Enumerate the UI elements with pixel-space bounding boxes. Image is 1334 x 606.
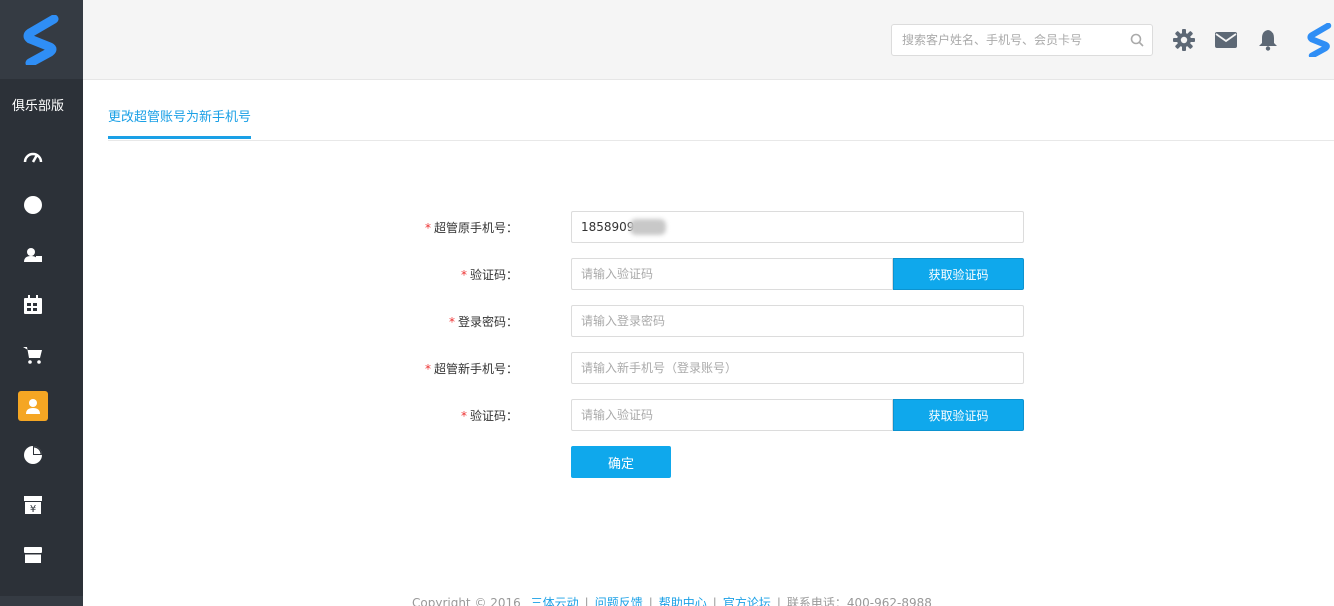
notifications-button[interactable] xyxy=(1255,27,1281,53)
search-box[interactable] xyxy=(891,24,1153,56)
password-input[interactable] xyxy=(572,306,1023,336)
messages-button[interactable] xyxy=(1213,27,1239,53)
pie-chart-icon xyxy=(24,446,42,464)
footer-separator: | xyxy=(584,596,589,606)
brand-logo-icon xyxy=(1307,23,1332,57)
code-2-field[interactable] xyxy=(571,399,893,431)
code-1-field[interactable] xyxy=(571,258,893,290)
topbar xyxy=(83,0,1334,80)
search-icon[interactable] xyxy=(1130,33,1144,47)
tab-bar: 更改超管账号为新手机号 xyxy=(108,80,1334,141)
sidebar-item-dashboard[interactable] xyxy=(0,139,66,173)
gear-icon xyxy=(1173,29,1195,51)
new-phone-label: * 超管新手机号： xyxy=(424,362,518,376)
footer-link-company[interactable]: 三体云动 xyxy=(531,596,579,606)
code-1-input[interactable] xyxy=(572,259,892,289)
get-code-2-button[interactable]: 获取验证码 xyxy=(893,399,1024,431)
footer-link-forum[interactable]: 官方论坛 xyxy=(723,596,771,606)
new-phone-input[interactable] xyxy=(572,353,1023,383)
brand-avatar[interactable] xyxy=(1303,23,1334,57)
sidebar-item-reports[interactable] xyxy=(0,438,66,472)
code-2-input[interactable] xyxy=(572,400,892,430)
sidebar: 俱乐部版 ¥ xyxy=(0,0,83,606)
footer-link-feedback[interactable]: 问题反馈 xyxy=(595,596,643,606)
form-row-code-2: *验证码： 获取验证码 xyxy=(0,399,1334,431)
sidebar-title: 俱乐部版 xyxy=(11,99,64,114)
bell-icon xyxy=(1259,30,1277,51)
footer-separator: | xyxy=(712,596,717,606)
sidebar-footer xyxy=(0,596,83,606)
copyright-text: Copyright © 2016 xyxy=(412,596,521,606)
svg-text:¥: ¥ xyxy=(30,504,36,515)
get-code-1-button[interactable]: 获取验证码 xyxy=(893,258,1024,290)
footer-separator: | xyxy=(648,596,653,606)
new-phone-field[interactable] xyxy=(571,352,1024,384)
footer-link-help[interactable]: 帮助中心 xyxy=(659,596,707,606)
form-row-password: * 登录密码： xyxy=(0,305,1334,337)
code-1-label: * 验证码： xyxy=(460,268,518,282)
active-tab-indicator xyxy=(108,136,251,139)
store-icon xyxy=(24,547,42,563)
finance-icon: ¥ xyxy=(24,496,42,515)
sidebar-item-store[interactable] xyxy=(0,538,66,572)
old-phone-label: * 超管原手机号： xyxy=(424,221,518,235)
dashboard-icon xyxy=(23,152,43,163)
password-field[interactable] xyxy=(571,305,1024,337)
mail-icon xyxy=(1215,32,1237,48)
footer: Copyright © 2016 三体云动 | 问题反馈 | 帮助中心 | 官方论坛 | 联系电… xyxy=(412,594,932,606)
form-row-old-phone: * 超管原手机号： xyxy=(0,211,1334,243)
footer-phone: 联系电话：400-962-8988 xyxy=(786,596,932,606)
brand-logo-icon xyxy=(23,14,58,65)
tab-change-admin-phone[interactable]: 更改超管账号为新手机号 xyxy=(108,106,251,140)
footer-separator: | xyxy=(776,596,781,606)
code-2-label: * 验证码： xyxy=(460,409,518,423)
logo[interactable] xyxy=(0,0,83,79)
settings-button[interactable] xyxy=(1171,27,1197,53)
redacted-digits xyxy=(630,219,666,235)
form-row-code-1: *验证码： 获取验证码 xyxy=(0,258,1334,290)
form-row-new-phone: * 超管新手机号： xyxy=(0,352,1334,384)
search-input[interactable] xyxy=(892,25,1122,55)
password-label: * 登录密码： xyxy=(448,315,518,329)
confirm-button[interactable]: 确定 xyxy=(571,446,671,478)
sidebar-item-finance[interactable]: ¥ xyxy=(0,488,66,522)
